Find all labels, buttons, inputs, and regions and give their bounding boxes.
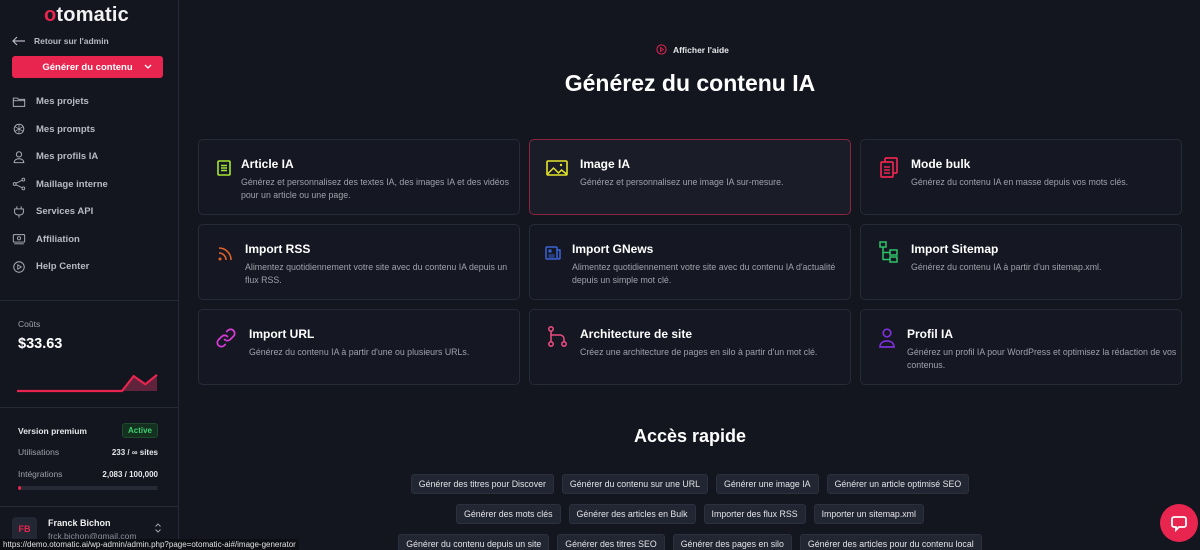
back-to-admin-link[interactable]: Retour sur l'admin <box>12 36 109 46</box>
card-description: Créez une architecture de pages en silo … <box>580 347 818 357</box>
costs-label: Coûts <box>18 319 41 329</box>
play-circle-icon <box>13 261 25 273</box>
sitemap-icon <box>879 241 898 263</box>
card-description: Générez du contenu IA en masse depuis vo… <box>911 177 1129 187</box>
generate-content-button[interactable]: Générer du contenu <box>12 56 163 78</box>
quick-access-chip[interactable]: Générer du contenu sur une URL <box>561 474 708 494</box>
divider <box>0 300 179 301</box>
card-description: Générez un profil IA pour WordPress et o… <box>907 347 1177 370</box>
card-import-rss[interactable]: Import RSS Alimentez quotidiennement vot… <box>198 224 520 300</box>
sidebar-item-internal-linking[interactable]: Maillage interne <box>12 171 172 199</box>
card-description: Alimentez quotidiennement votre site ave… <box>572 262 836 285</box>
usage-value: 233 / ∞ sites <box>111 447 158 457</box>
chevron-down-icon <box>144 64 152 69</box>
card-article-ia[interactable]: Article IA Générez et personnalisez des … <box>198 139 520 215</box>
card-title: Mode bulk <box>911 157 971 171</box>
card-site-architecture[interactable]: Architecture de site Créez une architect… <box>529 309 851 385</box>
quick-access-chip[interactable]: Générer des mots clés <box>456 504 561 524</box>
quick-access-chip[interactable]: Générer un article optimisé SEO <box>826 474 970 494</box>
openai-icon <box>13 123 25 135</box>
quick-access-row: Générer des titres pour Discover Générer… <box>180 474 1200 494</box>
sidebar: otomatic Retour sur l'admin Générer du c… <box>0 0 179 550</box>
show-help-button[interactable]: Afficher l'aide <box>656 44 729 55</box>
quick-access-chip[interactable]: Générer des articles pour du contenu loc… <box>799 534 982 550</box>
user-icon <box>879 328 895 348</box>
card-title: Article IA <box>241 157 294 171</box>
copy-icon <box>880 157 898 178</box>
plan-label: Version premium <box>18 425 87 436</box>
logo[interactable]: otomatic <box>44 4 129 27</box>
chevron-up-down-icon <box>155 523 161 533</box>
card-title: Image IA <box>580 157 631 171</box>
sidebar-item-ai-profiles[interactable]: Mes profils IA <box>12 143 172 171</box>
image-icon <box>546 160 568 176</box>
card-description: Générez du contenu IA à partir d'une ou … <box>249 347 470 357</box>
sidebar-item-affiliation[interactable]: Affiliation <box>12 226 172 254</box>
main-content: Afficher l'aide Générez du contenu IA Ar… <box>180 0 1200 550</box>
share-icon <box>12 178 26 191</box>
chat-bubble-icon <box>1171 516 1187 532</box>
divider <box>0 506 179 507</box>
sidebar-nav: Mes projets Mes prompts Mes profils IA M… <box>12 88 172 281</box>
card-title: Import URL <box>249 327 315 341</box>
divider <box>0 407 179 408</box>
quick-access-title: Accès rapide <box>633 426 747 446</box>
integrations-label: Intégrations <box>18 469 63 479</box>
quick-access-row: Générer des mots clés Générer des articl… <box>180 504 1200 524</box>
document-icon <box>217 160 231 176</box>
quick-access-chip[interactable]: Générer des articles en Bulk <box>568 504 696 524</box>
status-badge: Active <box>121 423 158 438</box>
plug-icon <box>14 206 24 218</box>
quick-access-row: Générer du contenu depuis un site Génére… <box>180 534 1200 550</box>
integrations-progress-bar <box>18 486 158 490</box>
page-title: Générez du contenu IA <box>564 70 816 96</box>
card-description: Générez du contenu IA à partir d'un site… <box>911 262 1102 272</box>
plan-widget: Version premium Active Utilisations 233 … <box>18 423 158 490</box>
card-ai-profile[interactable]: Profil IA Générez un profil IA pour Word… <box>860 309 1182 385</box>
usage-label: Utilisations <box>18 447 60 457</box>
quick-access-chip[interactable]: Générer des titres SEO <box>557 534 665 550</box>
integrations-progress-fill <box>18 486 21 490</box>
quick-access-chip[interactable]: Importer un sitemap.xml <box>813 504 924 524</box>
card-title: Architecture de site <box>580 327 693 341</box>
sidebar-item-projects[interactable]: Mes projets <box>12 88 172 116</box>
quick-access-chip[interactable]: Générer des pages en silo <box>672 534 792 550</box>
card-title: Import RSS <box>245 242 311 256</box>
newspaper-icon <box>545 246 561 260</box>
link-icon <box>216 328 236 348</box>
status-bar-url: https://demo.otomatic.ai/wp-admin/admin.… <box>0 539 299 550</box>
card-description: Générez et personnalisez une image IA su… <box>580 177 784 187</box>
card-bulk-mode[interactable]: Mode bulk Générez du contenu IA en masse… <box>860 139 1182 215</box>
sidebar-item-api-services[interactable]: Services API <box>12 198 172 226</box>
card-title: Import Sitemap <box>911 242 999 256</box>
card-image-ia[interactable]: Image IA Générez et personnalisez une im… <box>529 139 851 215</box>
integrations-value: 2,083 / 100,000 <box>102 469 158 479</box>
card-import-sitemap[interactable]: Import Sitemap Générez du contenu IA à p… <box>860 224 1182 300</box>
costs-value: $33.63 <box>18 336 63 352</box>
quick-access-chip[interactable]: Générer des titres pour Discover <box>410 474 554 494</box>
card-import-gnews[interactable]: Import GNews Alimentez quotidiennement v… <box>529 224 851 300</box>
card-description: Générez et personnalisez des textes IA, … <box>241 177 509 200</box>
quick-access-chip[interactable]: Générer du contenu depuis un site <box>398 534 550 550</box>
card-title: Import GNews <box>572 242 654 256</box>
sidebar-item-prompts[interactable]: Mes prompts <box>12 116 172 144</box>
user-icon <box>13 151 25 163</box>
card-title: Profil IA <box>907 327 954 341</box>
arrow-left-icon <box>12 36 25 46</box>
costs-sparkline <box>17 373 158 393</box>
avatar: FB <box>12 516 37 542</box>
card-import-url[interactable]: Import URL Générez du contenu IA à parti… <box>198 309 520 385</box>
money-icon <box>12 234 26 245</box>
rss-icon <box>218 247 232 261</box>
user-name: Franck Bichon <box>48 517 111 528</box>
sidebar-item-help-center[interactable]: Help Center <box>12 253 172 281</box>
branch-icon <box>547 325 568 347</box>
costs-widget: Coûts $33.63 <box>18 319 62 352</box>
card-description: Alimentez quotidiennement votre site ave… <box>245 262 508 285</box>
folder-icon <box>12 97 26 107</box>
quick-access-chip[interactable]: Importer des flux RSS <box>703 504 806 524</box>
play-circle-icon <box>656 44 667 55</box>
quick-access-chip[interactable]: Générer une image IA <box>716 474 819 494</box>
chat-button[interactable] <box>1160 504 1198 542</box>
